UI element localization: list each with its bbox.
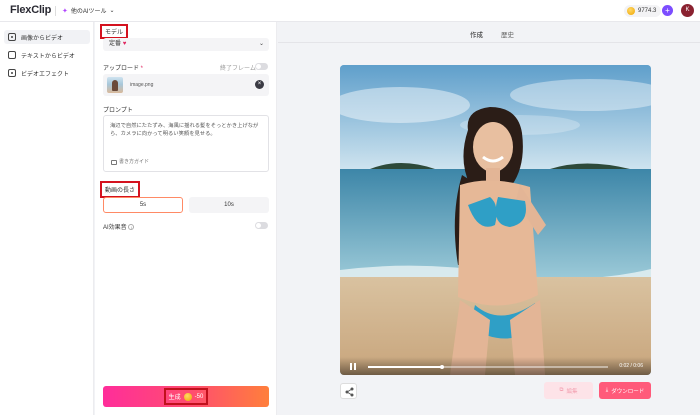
ai-tools-label: 他のAIツール	[70, 9, 107, 15]
tab-create[interactable]: 作成	[470, 29, 483, 43]
uploaded-file[interactable]: image.png ×	[103, 74, 269, 96]
coin-icon	[627, 7, 635, 15]
video-preview[interactable]: 0:02 / 0:06	[340, 65, 651, 375]
credits-badge[interactable]: 9774.3	[624, 5, 662, 17]
prompt-text: 海辺で自然にたたずみ、海風に揺れる髪をそっとかき上げながら、カメラに向かって明る…	[110, 123, 259, 137]
upload-label: アップロード *	[103, 63, 143, 72]
add-credits-button[interactable]: +	[662, 5, 673, 16]
top-bar: FlexClip ✦ 他のAIツール ⌄ 9774.3 + K	[0, 0, 700, 22]
duration-label: 動画の長さ	[100, 181, 141, 198]
sidebar-item-label: テキストからビデオ	[21, 53, 75, 60]
video-effect-icon	[8, 69, 16, 77]
sidebar-item-label: 画像からビデオ	[21, 35, 64, 42]
video-progress-fill	[368, 366, 443, 368]
divider	[55, 6, 56, 16]
info-icon[interactable]: i	[128, 224, 135, 231]
tab-history[interactable]: 歴史	[501, 29, 514, 43]
coin-icon	[183, 392, 192, 401]
text-video-icon	[8, 51, 16, 59]
download-label: ダウンロード	[611, 388, 645, 395]
image-thumbnail	[107, 77, 123, 93]
model-value: 定番	[109, 41, 122, 47]
sidebar-item-label: ビデオエフェクト	[21, 71, 70, 78]
video-controls: 0:02 / 0:06	[340, 357, 651, 375]
generate-cost: -50	[194, 393, 204, 400]
prompt-guide-label: 書き方ガイド	[119, 159, 150, 165]
download-icon: ⤓	[605, 387, 609, 393]
generate-button[interactable]: 生成 -50	[103, 386, 269, 407]
heart-icon: ♥	[122, 41, 127, 47]
edit-button[interactable]: ⧉ 編集	[544, 382, 593, 399]
prompt-textarea[interactable]: 海辺で自然にたたずみ、海風に揺れる髪をそっとかき上げながら、カメラに向かって明る…	[103, 115, 269, 172]
required-mark: *	[139, 66, 144, 72]
sparkle-icon: ✦	[62, 7, 68, 15]
video-progress-bar[interactable]	[368, 364, 608, 369]
app-logo[interactable]: FlexClip	[10, 4, 51, 16]
credits-value: 9774.3	[638, 8, 657, 14]
image-video-icon	[8, 33, 16, 41]
chevron-down-icon: ⌄	[109, 8, 115, 14]
pause-icon[interactable]	[350, 363, 356, 370]
generate-label: 生成	[168, 395, 181, 401]
end-frame-toggle[interactable]	[255, 63, 268, 70]
prompt-guide-link[interactable]: 書き方ガイド	[111, 158, 149, 166]
chevron-down-icon: ⌄	[258, 41, 264, 47]
edit-icon: ⧉	[559, 387, 564, 393]
ai-tools-menu[interactable]: ✦ 他のAIツール ⌄	[62, 6, 115, 16]
duration-option-10s[interactable]: 10s	[189, 197, 269, 213]
ai-sound-toggle[interactable]	[255, 222, 268, 229]
video-time: 0:02 / 0:06	[619, 363, 643, 369]
edit-label: 編集	[566, 388, 578, 395]
beach-scene-image	[340, 65, 651, 375]
settings-panel: モデル 定番 ♥ ⌄ アップロード * 終了フレーム image.png × プ…	[95, 22, 277, 415]
sidebar-item-image-to-video[interactable]: 画像からビデオ	[4, 30, 90, 44]
upload-label-text: アップロード	[103, 66, 140, 72]
preview-tabs: 作成 歴史	[470, 29, 514, 43]
tab-divider	[278, 42, 700, 43]
ai-sound-text: AI効果音	[103, 225, 127, 231]
remove-file-button[interactable]: ×	[255, 80, 264, 89]
file-name: image.png	[130, 82, 154, 88]
end-frame-label: 終了フレーム	[220, 66, 256, 72]
duration-option-5s[interactable]: 5s	[103, 197, 183, 213]
video-progress-knob[interactable]	[440, 364, 445, 369]
avatar[interactable]: K	[681, 4, 694, 17]
sidebar-item-video-effect[interactable]: ビデオエフェクト	[4, 66, 90, 80]
download-button[interactable]: ⤓ ダウンロード	[599, 382, 651, 399]
book-icon	[111, 159, 117, 165]
ai-sound-label: AI効果音 i	[103, 222, 135, 231]
share-icon	[345, 387, 354, 397]
generate-button-content: 生成 -50	[163, 388, 209, 405]
model-label: モデル	[100, 24, 129, 39]
model-select[interactable]: 定番 ♥ ⌄	[103, 38, 269, 51]
share-button[interactable]	[340, 383, 357, 399]
prompt-label: プロンプト	[103, 108, 133, 114]
sidebar: 画像からビデオ テキストからビデオ ビデオエフェクト	[0, 22, 94, 415]
sidebar-item-text-to-video[interactable]: テキストからビデオ	[4, 48, 90, 62]
